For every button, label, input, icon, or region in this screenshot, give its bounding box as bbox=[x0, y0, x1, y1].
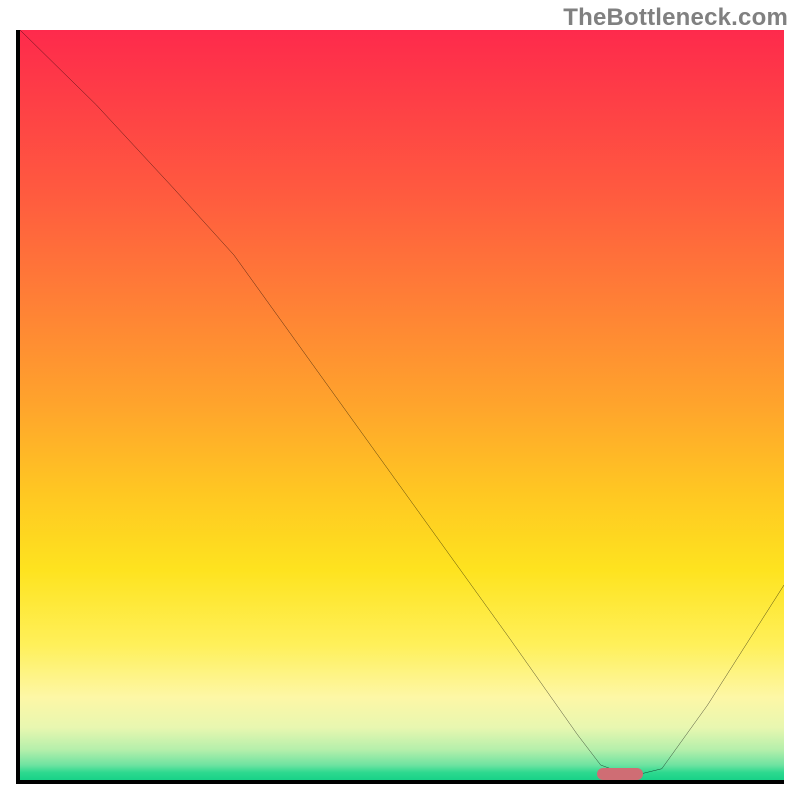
bottleneck-curve-path bbox=[20, 30, 784, 776]
watermark-text: TheBottleneck.com bbox=[563, 4, 788, 32]
optimal-marker bbox=[597, 768, 643, 780]
plot-area bbox=[16, 30, 784, 784]
curve-svg bbox=[20, 30, 784, 780]
chart-container: TheBottleneck.com bbox=[0, 0, 800, 800]
